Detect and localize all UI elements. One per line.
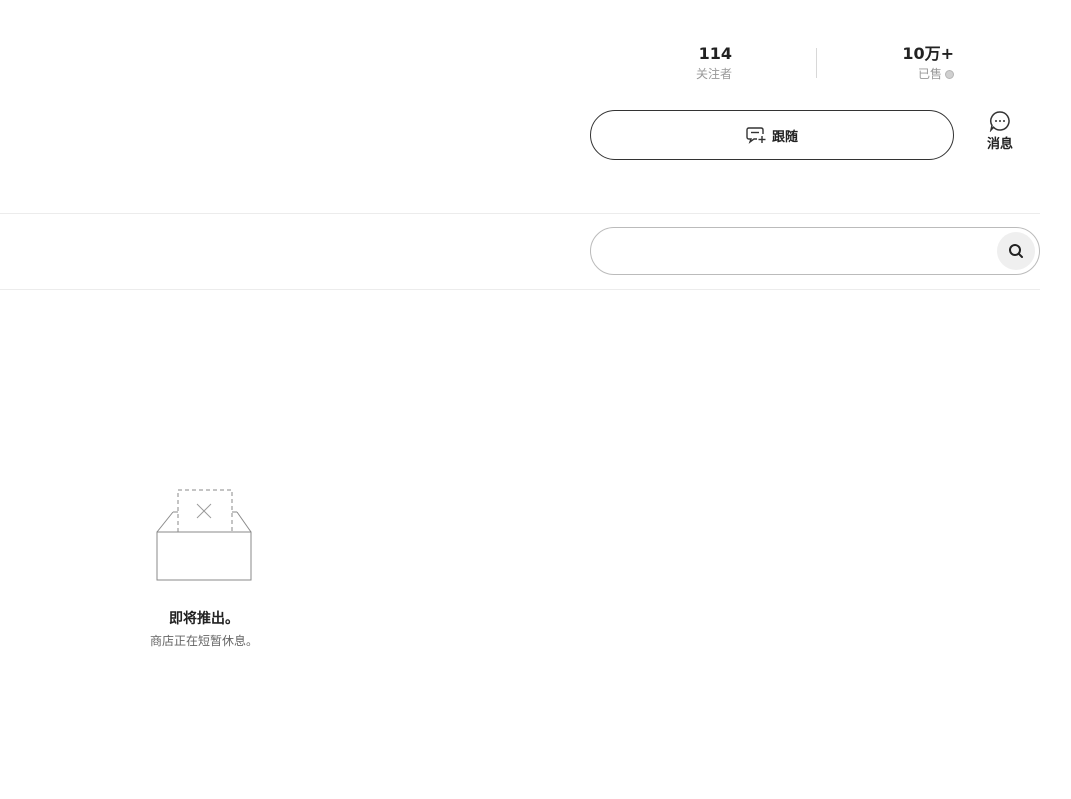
search-bar xyxy=(590,227,1040,275)
sold-label: 已售 xyxy=(917,67,942,81)
followers-label: 关注者 xyxy=(695,67,732,81)
follow-add-icon xyxy=(746,127,766,144)
empty-state-subtitle: 商店正在短暂休息。 xyxy=(149,634,258,648)
empty-state: 即将推出。 商店正在短暂休息。 xyxy=(104,486,304,649)
search-button[interactable] xyxy=(997,232,1035,270)
follow-button[interactable]: 跟随 xyxy=(590,110,954,160)
followers-stat: 114 关注者 xyxy=(696,44,732,82)
empty-state-title: 即将推出。 xyxy=(169,611,239,627)
section-divider-top xyxy=(0,213,1040,214)
message-button[interactable]: 消息 xyxy=(980,110,1020,158)
follow-label: 跟随 xyxy=(771,129,798,145)
chat-bubble-icon xyxy=(989,111,1010,132)
store-page: 114 关注者 10万+ 已售 跟随 消息 即将推出。 商店正在短暂休息。 xyxy=(0,0,1071,799)
section-divider-bottom xyxy=(0,289,1040,290)
sold-stat: 10万+ 已售 xyxy=(902,44,954,82)
search-icon xyxy=(1009,244,1023,258)
sold-label-row: 已售 xyxy=(902,66,954,82)
empty-box-icon xyxy=(156,489,252,581)
followers-count: 114 xyxy=(698,44,732,63)
search-input[interactable] xyxy=(609,236,979,266)
info-icon[interactable] xyxy=(945,70,954,79)
stats-divider xyxy=(816,48,817,78)
sold-count: 10万+ xyxy=(902,44,954,63)
message-label: 消息 xyxy=(986,137,1013,152)
